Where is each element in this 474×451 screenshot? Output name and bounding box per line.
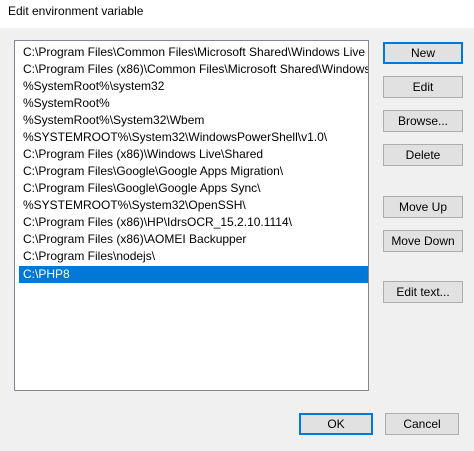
path-list-item[interactable]: C:\Program Files\Google\Google Apps Migr… bbox=[19, 163, 368, 180]
path-list-item-selected[interactable]: C:\PHP8 bbox=[19, 266, 368, 283]
cancel-button[interactable]: Cancel bbox=[385, 413, 459, 435]
path-list-item[interactable]: %SystemRoot%\System32\Wbem bbox=[19, 112, 368, 129]
new-button[interactable]: New bbox=[383, 42, 463, 64]
path-list-item[interactable]: C:\Program Files (x86)\Windows Live\Shar… bbox=[19, 146, 368, 163]
path-list-item[interactable]: %SYSTEMROOT%\System32\OpenSSH\ bbox=[19, 197, 368, 214]
title-bar[interactable]: Edit environment variable bbox=[0, 0, 474, 28]
window-title: Edit environment variable bbox=[8, 4, 144, 18]
path-list-item[interactable]: %SystemRoot%\system32 bbox=[19, 78, 368, 95]
path-list[interactable]: C:\Program Files\Common Files\Microsoft … bbox=[14, 40, 369, 391]
edit-environment-variable-dialog: Edit environment variable C:\Program Fil… bbox=[0, 0, 474, 451]
path-list-item[interactable]: C:\Program Files (x86)\AOMEI Backupper bbox=[19, 231, 368, 248]
delete-button[interactable]: Delete bbox=[383, 144, 463, 166]
path-list-item[interactable]: C:\Program Files\Common Files\Microsoft … bbox=[19, 44, 368, 61]
path-list-item[interactable]: %SYSTEMROOT%\System32\WindowsPowerShell\… bbox=[19, 129, 368, 146]
browse-button[interactable]: Browse... bbox=[383, 110, 463, 132]
move-down-button[interactable]: Move Down bbox=[383, 230, 463, 252]
edit-button[interactable]: Edit bbox=[383, 76, 463, 98]
path-list-item[interactable]: C:\Program Files (x86)\Common Files\Micr… bbox=[19, 61, 368, 78]
path-list-item[interactable]: %SystemRoot% bbox=[19, 95, 368, 112]
edit-text-button[interactable]: Edit text... bbox=[383, 281, 463, 303]
path-list-item[interactable]: C:\Program Files\Google\Google Apps Sync… bbox=[19, 180, 368, 197]
path-list-item[interactable]: C:\Program Files (x86)\HP\IdrsOCR_15.2.1… bbox=[19, 214, 368, 231]
path-list-item[interactable]: C:\Program Files\nodejs\ bbox=[19, 248, 368, 265]
ok-button[interactable]: OK bbox=[299, 413, 373, 435]
move-up-button[interactable]: Move Up bbox=[383, 196, 463, 218]
